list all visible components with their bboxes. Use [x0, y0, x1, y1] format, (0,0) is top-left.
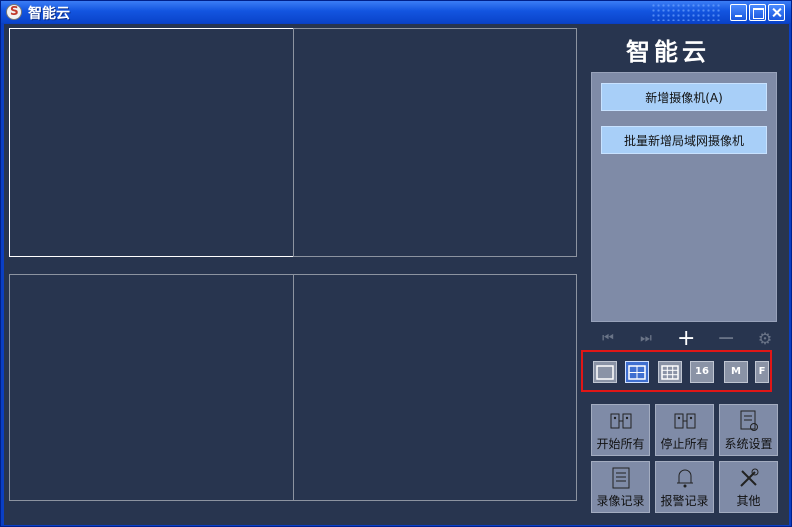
window-title: 智能云	[28, 6, 70, 22]
first-icon[interactable]: ⏮	[599, 329, 617, 349]
stop-all-icon	[674, 413, 696, 429]
close-button[interactable]	[768, 4, 785, 21]
layout-f-icon[interactable]: F	[755, 361, 769, 383]
bell-icon	[677, 469, 693, 488]
start-all-button[interactable]: 开始所有	[591, 404, 650, 456]
recordings-button[interactable]: 录像记录	[591, 461, 650, 513]
layout-m-icon[interactable]: M	[724, 361, 748, 383]
add-camera-button[interactable]: 新增摄像机(A)	[601, 83, 767, 111]
stop-all-label: 停止所有	[660, 437, 709, 451]
video-grid	[9, 28, 577, 502]
gear-icon[interactable]: ⚙	[756, 329, 774, 349]
layout-4-icon[interactable]	[625, 361, 649, 383]
other-button[interactable]: 其他	[719, 461, 778, 513]
layout-1-icon[interactable]	[593, 361, 617, 383]
camera-nav-toolbar: ⏮ ⏭ + − ⚙	[591, 328, 777, 350]
recordings-icon	[612, 467, 630, 489]
alarm-records-button[interactable]: 报警记录	[655, 461, 714, 513]
layout-m-label: M	[731, 366, 741, 377]
settings-icon	[740, 410, 758, 431]
layout-16-label: 16	[695, 366, 709, 377]
recordings-label: 录像记录	[596, 494, 645, 508]
video-pane-4[interactable]	[293, 274, 577, 501]
system-settings-button[interactable]: 系统设置	[719, 404, 778, 456]
tools-icon	[740, 468, 759, 487]
settings-label: 系统设置	[724, 437, 773, 451]
title-decoration	[651, 3, 721, 21]
layout-9-icon[interactable]	[658, 361, 682, 383]
title-bar[interactable]: 智能云	[1, 1, 791, 23]
stop-all-button[interactable]: 停止所有	[655, 404, 714, 456]
layout-16-icon[interactable]: 16	[690, 361, 714, 383]
start-all-icon	[610, 413, 632, 429]
last-icon[interactable]: ⏭	[637, 329, 655, 349]
video-pane-2[interactable]	[293, 28, 577, 257]
layout-selector: 16 M F	[581, 350, 772, 392]
start-all-label: 开始所有	[596, 437, 645, 451]
client-area: 智能云 新增摄像机(A) 批量新增局域网摄像机 ⏮ ⏭ + − ⚙ 16 M F	[4, 24, 789, 525]
video-pane-1[interactable]	[9, 28, 294, 257]
batch-add-camera-button[interactable]: 批量新增局域网摄像机	[601, 126, 767, 154]
layout-f-label: F	[758, 366, 766, 377]
plus-icon[interactable]: +	[677, 328, 695, 350]
other-label: 其他	[736, 494, 761, 508]
alarm-records-label: 报警记录	[660, 494, 709, 508]
panel-brand-title: 智能云	[626, 37, 710, 66]
minus-icon[interactable]: −	[717, 328, 735, 350]
maximize-button[interactable]	[749, 4, 766, 21]
camera-list-panel[interactable]: 新增摄像机(A) 批量新增局域网摄像机	[591, 72, 777, 322]
video-pane-3[interactable]	[9, 274, 294, 501]
minimize-button[interactable]	[730, 4, 747, 21]
app-window: 智能云 智能云 新增摄像机(A) 批量新增局域网摄像机 ⏮ ⏭ + − ⚙	[0, 0, 792, 527]
app-logo-icon	[6, 4, 22, 20]
